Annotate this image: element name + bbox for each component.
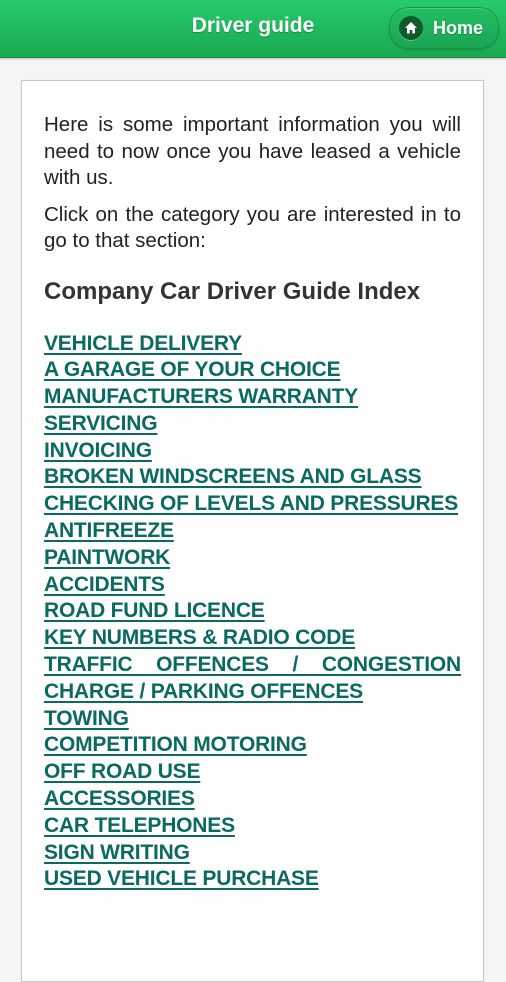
link-antifreeze[interactable]: ANTIFREEZE	[44, 518, 461, 545]
link-accessories[interactable]: ACCESSORIES	[44, 786, 461, 813]
link-competition-motoring[interactable]: COMPETITION MOTORING	[44, 732, 461, 759]
guide-index-links: VEHICLE DELIVERY A GARAGE OF YOUR CHOICE…	[44, 331, 461, 894]
link-off-road-use[interactable]: OFF ROAD USE	[44, 759, 461, 786]
intro-paragraph: Here is some important information you w…	[44, 113, 461, 189]
link-paintwork[interactable]: PAINTWORK	[44, 545, 461, 572]
link-used-vehicle-purchase[interactable]: USED VEHICLE PURCHASE	[44, 866, 461, 893]
link-invoicing[interactable]: INVOICING	[44, 438, 461, 465]
instruction-paragraph: Click on the category you are interested…	[44, 202, 461, 253]
home-button[interactable]: Home	[389, 7, 499, 49]
link-servicing[interactable]: SERVICING	[44, 411, 461, 438]
app-header: Driver guide Home	[0, 0, 506, 58]
link-key-numbers-radio-code[interactable]: KEY NUMBERS & RADIO CODE	[44, 625, 461, 652]
link-accidents[interactable]: ACCIDENTS	[44, 572, 461, 599]
link-manufacturers-warranty[interactable]: MANUFACTURERS WARRANTY	[44, 384, 461, 411]
link-sign-writing[interactable]: SIGN WRITING	[44, 840, 461, 867]
guide-content: Here is some important information you w…	[44, 112, 461, 893]
link-traffic-offences[interactable]: TRAFFIC OFFENCES / CONGESTION CHARGE / P…	[44, 652, 461, 706]
link-garage-of-your-choice[interactable]: A GARAGE OF YOUR CHOICE	[44, 357, 461, 384]
link-checking-levels-pressures[interactable]: CHECKING OF LEVELS AND PRESSURES	[44, 491, 461, 518]
link-road-fund-licence[interactable]: ROAD FUND LICENCE	[44, 598, 461, 625]
link-towing[interactable]: TOWING	[44, 706, 461, 733]
index-title: Company Car Driver Guide Index	[44, 277, 421, 305]
home-icon	[399, 16, 423, 40]
home-button-label: Home	[433, 18, 484, 38]
link-car-telephones[interactable]: CAR TELEPHONES	[44, 813, 461, 840]
link-broken-windscreens[interactable]: BROKEN WINDSCREENS AND GLASS	[44, 464, 461, 491]
link-vehicle-delivery[interactable]: VEHICLE DELIVERY	[44, 331, 461, 358]
